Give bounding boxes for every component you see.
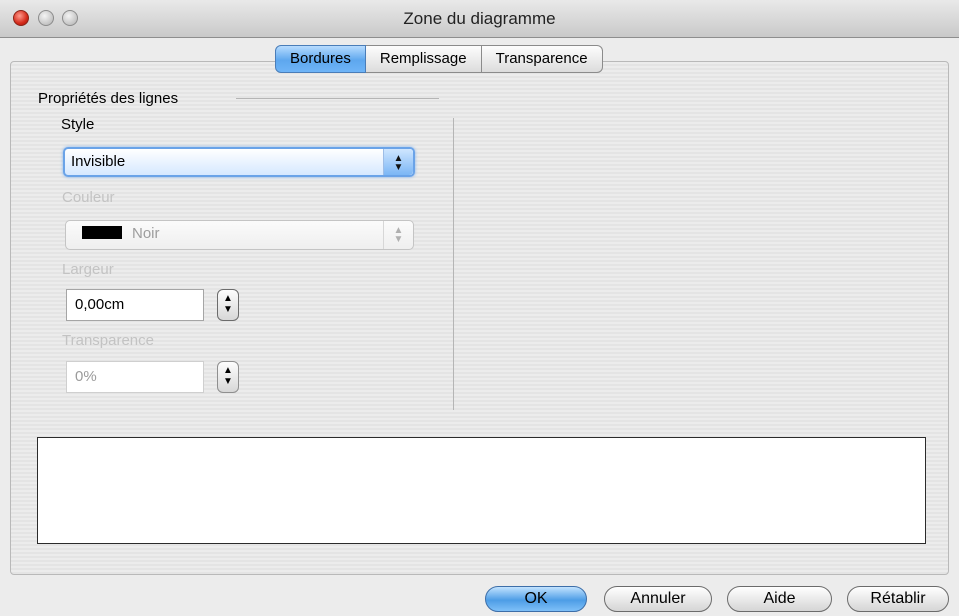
transparency-field[interactable]: 0% <box>66 361 204 393</box>
transparency-label: Transparence <box>62 332 154 349</box>
color-value: Noir <box>132 225 160 242</box>
ok-button[interactable]: OK <box>485 586 587 612</box>
style-label: Style <box>61 116 95 133</box>
select-arrows-icon: ▲ ▼ <box>383 221 413 249</box>
tab-transparence[interactable]: Transparence <box>481 45 603 73</box>
select-arrows-icon: ▲ ▼ <box>383 149 413 175</box>
title-bar: Zone du diagramme <box>0 0 959 38</box>
style-select[interactable]: Invisible ▲ ▼ <box>63 147 415 177</box>
preview-area <box>37 437 926 544</box>
vertical-divider <box>453 118 454 410</box>
tab-bar: Bordures Remplissage Transparence <box>275 45 603 73</box>
width-stepper[interactable]: ▲ ▼ <box>217 289 239 321</box>
transparency-stepper[interactable]: ▲ ▼ <box>217 361 239 393</box>
color-label: Couleur <box>62 189 115 206</box>
tab-bordures[interactable]: Bordures <box>275 45 366 73</box>
width-field[interactable]: 0,00cm <box>66 289 204 321</box>
reset-button[interactable]: Rétablir <box>847 586 949 612</box>
cancel-button[interactable]: Annuler <box>604 586 712 612</box>
color-select[interactable]: Noir ▲ ▼ <box>65 220 414 250</box>
color-swatch <box>82 226 122 239</box>
section-divider <box>236 98 439 99</box>
width-label: Largeur <box>62 261 114 278</box>
window-title: Zone du diagramme <box>403 9 556 28</box>
section-title: Propriétés des lignes <box>38 90 179 107</box>
tab-remplissage[interactable]: Remplissage <box>365 45 482 73</box>
help-button[interactable]: Aide <box>727 586 832 612</box>
style-value: Invisible <box>71 153 126 170</box>
